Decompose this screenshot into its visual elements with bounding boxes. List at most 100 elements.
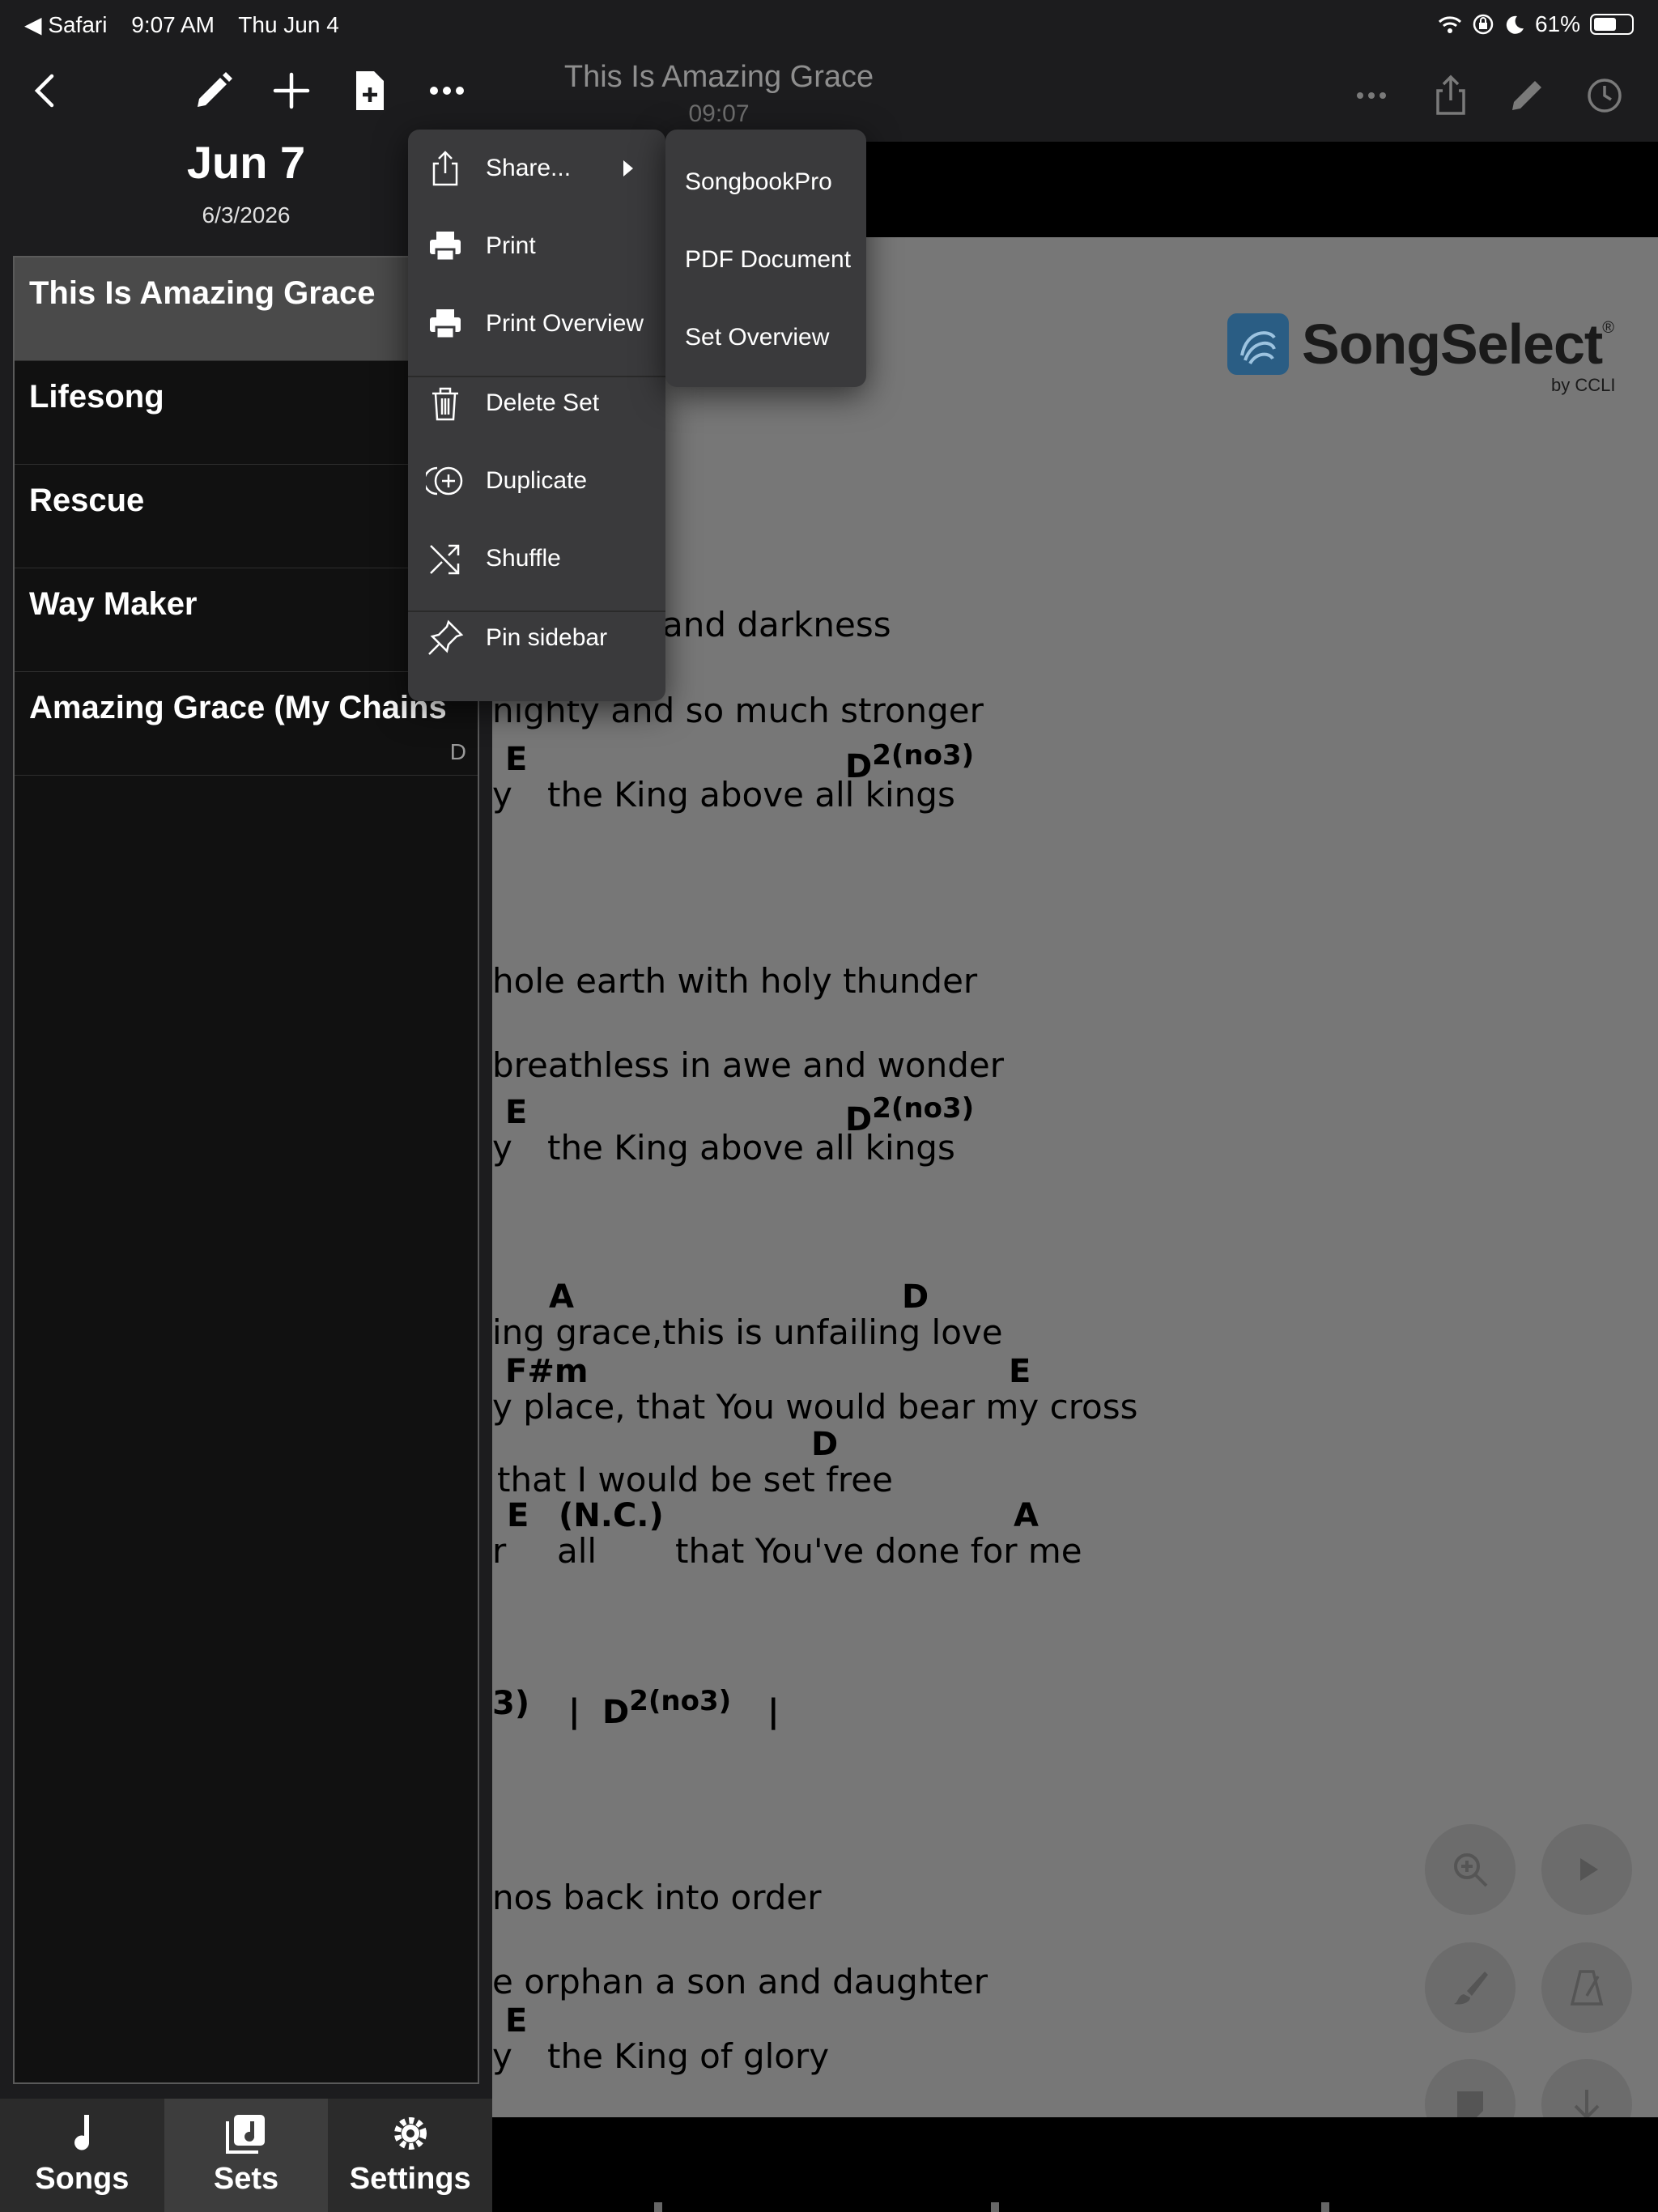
lyric-line: y: [492, 1128, 512, 1168]
more-options-button[interactable]: [424, 68, 470, 113]
note-icon: [1457, 2091, 1483, 2117]
songselect-logo: SongSelect® by CCLI: [1227, 312, 1658, 401]
play-button[interactable]: [1541, 1824, 1632, 1915]
lyric-line: the King above all kings: [547, 775, 955, 815]
more-icon: [430, 87, 464, 95]
lyric-line: and darkness: [662, 605, 891, 644]
edit-set-button[interactable]: [191, 68, 236, 113]
pencil-icon: [198, 72, 232, 107]
chevron-right-icon: [623, 160, 633, 177]
lyric-line: all: [557, 1531, 597, 1571]
gear-icon: [393, 2117, 427, 2150]
chord: D2(no3): [602, 1685, 732, 1731]
tick-mark: [1321, 2202, 1329, 2212]
pin-icon: [426, 619, 465, 657]
duplicate-icon: [423, 462, 465, 500]
menu-item-label: Print Overview: [486, 310, 644, 337]
tab-label: Songs: [35, 2162, 130, 2196]
share-icon[interactable]: [1428, 73, 1473, 118]
back-button[interactable]: [23, 68, 68, 113]
battery-percent: 61%: [1534, 11, 1580, 36]
share-submenu: SongbookPro PDF Document Set Overview: [665, 130, 866, 387]
zoom-icon: [1454, 1853, 1488, 1887]
logo-text: SongSelect®: [1302, 313, 1614, 376]
share-option-songbookpro[interactable]: SongbookPro: [685, 168, 832, 196]
moon-icon: [1506, 15, 1524, 34]
battery-level: [1594, 18, 1616, 31]
tab-bar: Songs Sets Settings: [0, 2099, 492, 2212]
logo-subtext: by CCLI: [1551, 375, 1616, 395]
battery-icon: [1590, 14, 1634, 35]
menu-item-label: Print: [486, 232, 536, 259]
bar-line: |: [568, 1693, 580, 1730]
scroll-down-button[interactable]: [1541, 2059, 1632, 2117]
edit-icon[interactable]: [1504, 73, 1550, 118]
chord: A: [549, 1278, 574, 1316]
notes-button[interactable]: [1425, 2059, 1516, 2117]
music-library-icon: [226, 2115, 265, 2154]
menu-item-label: Share...: [486, 155, 572, 181]
brush-icon: [1454, 1972, 1488, 2005]
song-list-item-title: This Is Amazing Grace: [29, 275, 376, 311]
status-bar-right: 61%: [1438, 11, 1634, 37]
chord: E: [505, 741, 528, 778]
arrow-down-icon: [1574, 2090, 1600, 2117]
lyric-line: the King above all kings: [547, 1128, 955, 1168]
tick-mark: [991, 2202, 999, 2212]
song-list-item-title: Way Maker: [29, 586, 198, 622]
menu-item-label: Delete Set: [486, 389, 600, 416]
song-title: This Is Amazing Grace: [563, 60, 874, 94]
menu-item-label: Pin sidebar: [486, 624, 608, 651]
add-song-button[interactable]: [269, 68, 314, 113]
bar-line: |: [767, 1693, 780, 1730]
song-list-item-title: Lifesong: [29, 379, 164, 415]
song-sheet[interactable]: SongSelect® by CCLI and darkness nighty …: [492, 237, 1658, 2117]
history-icon[interactable]: [1582, 73, 1627, 118]
chord: E: [505, 2002, 528, 2040]
lyric-line: that You've done for me: [675, 1531, 1082, 1571]
chord: A: [1014, 1497, 1039, 1534]
status-bar-left: ◀ Safari 9:07 AM Thu Jun 4: [24, 11, 357, 38]
chord: E: [505, 1094, 528, 1131]
tick-mark: [654, 2202, 662, 2212]
bottom-bar: [492, 2117, 1658, 2212]
shuffle-icon: [426, 539, 465, 578]
menu-item-label: Duplicate: [486, 467, 588, 494]
tab-settings[interactable]: Settings: [328, 2099, 492, 2212]
menu-item-shuffle[interactable]: Shuffle: [408, 520, 665, 598]
wifi-icon: [1438, 16, 1461, 33]
chord: (N.C.): [559, 1497, 664, 1534]
chord: F#m: [505, 1353, 589, 1390]
tab-label: Sets: [213, 2162, 279, 2196]
tab-songs[interactable]: Songs: [0, 2099, 164, 2212]
share-option-set-overview[interactable]: Set Overview: [685, 324, 829, 351]
menu-item-pin-sidebar[interactable]: Pin sidebar: [408, 599, 665, 677]
annotate-button[interactable]: [1425, 1942, 1516, 2033]
share-option-pdf-document[interactable]: PDF Document: [685, 246, 851, 274]
lyric-line: hole earth with holy thunder: [492, 961, 978, 1001]
lyric-line: breathless in awe and wonder: [492, 1045, 1005, 1085]
add-document-button[interactable]: [346, 68, 392, 113]
tab-label: Settings: [349, 2162, 471, 2196]
tab-sets[interactable]: Sets: [164, 2099, 329, 2212]
lyric-line: y: [492, 775, 512, 815]
menu-item-share[interactable]: Share...: [408, 130, 665, 207]
metronome-button[interactable]: [1541, 1942, 1632, 2033]
zoom-button[interactable]: [1425, 1824, 1516, 1915]
menu-item-duplicate[interactable]: Duplicate: [408, 442, 665, 520]
song-time: 09:07: [688, 100, 750, 127]
menu-item-print-overview[interactable]: Print Overview: [408, 285, 665, 363]
set-options-menu: Share... Print Print Overview Delete Set…: [408, 130, 665, 701]
chord: E: [1009, 1353, 1031, 1390]
lyric-line: nos back into order: [492, 1878, 822, 1917]
more-icon[interactable]: [1349, 73, 1394, 118]
menu-item-print[interactable]: Print: [408, 207, 665, 285]
orientation-lock-icon: [1473, 14, 1494, 35]
menu-item-delete-set[interactable]: Delete Set: [408, 364, 665, 442]
share-icon: [426, 149, 465, 188]
songselect-logo-icon: [1227, 313, 1289, 375]
back-to-app[interactable]: ◀ Safari: [24, 12, 107, 37]
menu-item-label: Shuffle: [486, 545, 561, 572]
lyric-line: e orphan a son and daughter: [492, 1962, 988, 2001]
play-icon: [1580, 1858, 1598, 1881]
